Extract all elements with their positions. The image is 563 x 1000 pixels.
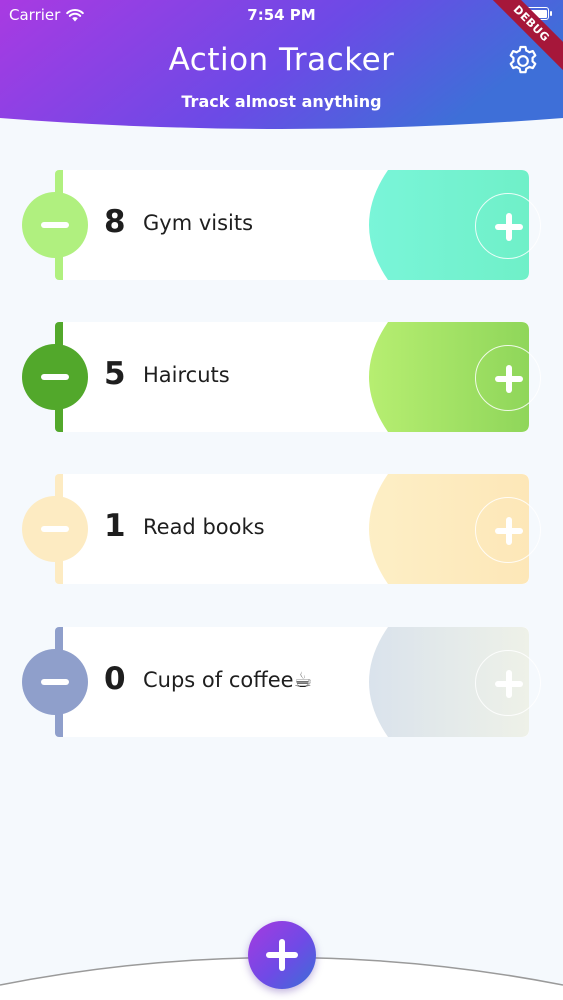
action-card: 8 Gym visits [22,170,541,280]
clock: 7:54 PM [247,6,316,24]
add-action-button[interactable] [248,921,316,989]
action-label: Cups of coffee☕ [143,668,313,692]
minus-icon [41,374,69,380]
minus-icon [41,679,69,685]
status-bar: Carrier 7:54 PM [0,0,563,30]
increment-button[interactable] [475,193,541,259]
increment-button[interactable] [475,497,541,563]
decrement-button[interactable] [22,344,88,410]
app-header: Carrier 7:54 PM DEBUG Action Tracker Tra… [0,0,563,135]
page-title: Action Tracker [168,42,395,78]
decrement-button[interactable] [22,192,88,258]
action-count: 8 [104,204,126,240]
decrement-button[interactable] [22,649,88,715]
action-card: 5 Haircuts [22,322,541,432]
action-count: 0 [104,661,126,697]
action-card: 0 Cups of coffee☕ [22,627,541,737]
increment-button[interactable] [475,345,541,411]
minus-icon [41,222,69,228]
action-label: Read books [143,515,265,539]
action-count: 5 [104,356,126,392]
action-label: Haircuts [143,363,230,387]
action-card: 1 Read books [22,474,541,584]
gear-icon [509,45,537,74]
settings-button[interactable] [506,44,540,78]
action-label: Gym visits [143,211,254,235]
minus-icon [41,526,69,532]
decrement-button[interactable] [22,496,88,562]
page-subtitle: Track almost anything [181,92,382,111]
increment-button[interactable] [475,650,541,716]
action-count: 1 [104,508,126,544]
